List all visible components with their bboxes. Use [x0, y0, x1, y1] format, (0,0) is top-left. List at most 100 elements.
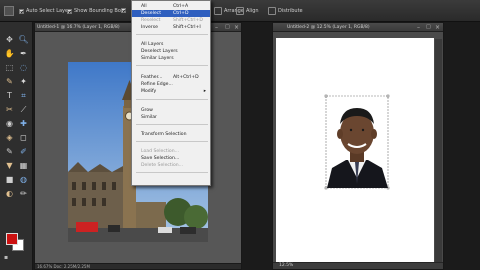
minimize-icon[interactable]: – — [215, 24, 218, 31]
menu-item-label: Similar Layers — [141, 56, 174, 61]
sponge-tool-icon[interactable]: ◐ — [4, 188, 15, 199]
menu-item-similar[interactable]: Similar — [132, 114, 210, 121]
straighten-tool-icon[interactable]: ⟋ — [18, 104, 29, 115]
checkbox-icon[interactable] — [19, 8, 24, 14]
menu-item-feather[interactable]: Feather... Alt+Ctrl+D — [132, 74, 210, 81]
menu-item-deselect-layers[interactable]: Deselect Layers — [132, 48, 210, 55]
menu-separator — [136, 99, 208, 100]
move-tool-icon[interactable]: ✥ — [4, 34, 15, 45]
distribute-button[interactable]: Distribute — [268, 7, 303, 15]
move-tool-icon[interactable] — [4, 6, 14, 16]
brush-tool-icon[interactable]: ✎ — [4, 146, 15, 157]
hand-tool-icon[interactable]: ✋ — [4, 48, 15, 59]
menu-item-save-selection[interactable]: Save Selection... — [132, 155, 210, 162]
checkbox-icon[interactable] — [121, 8, 126, 13]
foreground-color-swatch-front[interactable] — [6, 233, 18, 245]
menu-item-label: Deselect Layers — [141, 49, 178, 54]
show-bounding-box-label: Show Bounding Box — [74, 8, 124, 14]
show-bounding-box-option[interactable]: Show Bounding Box — [67, 8, 124, 14]
options-bar: Auto Select Layer Show Bounding Box Arra… — [0, 0, 480, 22]
menu-item-label: Save Selection... — [141, 156, 180, 161]
checkbox-icon[interactable] — [67, 8, 72, 14]
menu-item-shortcut: Alt+Ctrl+D — [173, 75, 199, 80]
default-colors-icon[interactable]: ▪ — [4, 254, 8, 261]
select-menu: All Ctrl+A Deselect Ctrl+D Reselect Shift+Ctr… — [131, 0, 211, 186]
menu-item-shortcut: Ctrl+A — [173, 4, 189, 9]
menu-item-all-layers[interactable]: All Layers — [132, 41, 210, 48]
menu-item-modify[interactable]: Modify ▸ — [132, 88, 210, 95]
menu-item-reselect[interactable]: Reselect Shift+Ctrl+D — [132, 17, 210, 24]
eraser-tool-icon[interactable]: ◻ — [18, 132, 29, 143]
marquee-tool-icon[interactable]: ⬚ — [4, 62, 15, 73]
maximize-icon[interactable]: □ — [426, 24, 431, 30]
tool-grid: ✥ 🔍︎ ✋ ✒ ⬚ ◌ ✎ ✦ T ⌗ ✂ ⟋ ◉ ✚ ◈ ◻ ✎ ✐ ▼ ▦ ■ ◍ ◐ ✏ — [4, 34, 30, 202]
healing-tool-icon[interactable]: ✚ — [18, 118, 29, 129]
menu-item-shortcut: Ctrl+D — [173, 11, 189, 16]
document-title-bar[interactable]: Untitled-2 @ 12.5% (Layer 1, RGB/8) – □ … — [273, 23, 443, 32]
menu-item-all[interactable]: All Ctrl+A — [132, 3, 210, 10]
document-title: Untitled-2 @ 12.5% (Layer 1, RGB/8) — [287, 25, 370, 30]
menu-item-grow[interactable]: Grow — [132, 107, 210, 114]
magic-wand-tool-icon[interactable]: ✦ — [18, 76, 29, 87]
menu-separator — [136, 141, 208, 142]
document-title: Untitled-1 @ 16.7% (Layer 1, RGB/8) — [37, 25, 120, 30]
menu-item-delete-selection[interactable]: Delete Selection... — [132, 162, 210, 169]
minimize-icon[interactable]: – — [417, 24, 420, 31]
menu-item-label: Refine Edge... — [141, 82, 173, 87]
arrange-icon — [214, 7, 222, 15]
auto-select-label: Auto Select Layer — [26, 8, 71, 14]
menu-item-inverse[interactable]: Inverse Shift+Ctrl+I — [132, 24, 210, 31]
menu-item-load-selection[interactable]: Load Selection... — [132, 148, 210, 155]
document-canvas[interactable] — [276, 38, 434, 266]
menu-separator — [136, 172, 208, 173]
smart-brush-tool-icon[interactable]: ✐ — [18, 146, 29, 157]
menu-item-label: Deselect — [141, 11, 162, 16]
red-eye-tool-icon[interactable]: ◉ — [4, 118, 15, 129]
submenu-arrow-icon: ▸ — [203, 89, 206, 94]
toolbox: ✥ 🔍︎ ✋ ✒ ⬚ ◌ ✎ ✦ T ⌗ ✂ ⟋ ◉ ✚ ◈ ◻ ✎ ✐ ▼ ▦ ■ ◍ ◐ ✏ ▪ — [0, 22, 33, 270]
vertical-scrollbar[interactable] — [435, 39, 442, 263]
align-button[interactable]: Align — [236, 7, 259, 15]
auto-select-option[interactable]: Auto Select Layer — [19, 8, 70, 14]
menu-item-label: Grow — [141, 108, 153, 113]
menu-item-label: Similar — [141, 115, 157, 120]
menu-separator — [136, 124, 208, 125]
document-status-bar: 16.67% Doc: 2.25M/2.25M — [35, 263, 241, 269]
gradient-tool-icon[interactable]: ▦ — [18, 160, 29, 171]
highlight-rollover-option[interactable] — [121, 8, 126, 13]
menu-item-label: Feather... — [141, 75, 163, 80]
type-tool-icon[interactable]: T — [4, 90, 15, 101]
menu-item-label: Reselect — [141, 18, 161, 23]
document-window-2[interactable]: Untitled-2 @ 12.5% (Layer 1, RGB/8) – □ … — [272, 22, 444, 270]
menu-item-deselect[interactable]: Deselect Ctrl+D — [132, 10, 210, 17]
zoom-tool-icon[interactable]: 🔍︎ — [18, 34, 29, 45]
menu-item-label: Load Selection... — [141, 149, 180, 154]
blur-tool-icon[interactable]: ◍ — [18, 174, 29, 185]
document-status-bar: 12.5% — [273, 262, 443, 269]
shape-tool-icon[interactable]: ■ — [4, 174, 15, 185]
menu-item-similar-layers[interactable]: Similar Layers — [132, 55, 210, 62]
align-label: Align — [246, 8, 259, 14]
menu-item-label: Transform Selection — [141, 132, 187, 137]
crop-tool-icon[interactable]: ⌗ — [18, 90, 29, 101]
eyedropper-tool-icon[interactable]: ✒ — [18, 48, 29, 59]
menu-item-label: All — [141, 4, 147, 9]
portrait-photo — [324, 94, 390, 190]
close-icon[interactable]: × — [435, 24, 440, 31]
distribute-icon — [268, 7, 276, 15]
close-icon[interactable]: × — [234, 24, 239, 31]
menu-item-label: Inverse — [141, 25, 158, 30]
menu-item-shortcut: Shift+Ctrl+I — [173, 25, 201, 30]
cookie-cutter-tool-icon[interactable]: ✂ — [4, 104, 15, 115]
menu-item-refine-edge[interactable]: Refine Edge... — [132, 81, 210, 88]
maximize-icon[interactable]: □ — [225, 24, 230, 30]
status-text: 16.67% Doc: 2.25M/2.25M — [37, 264, 90, 269]
pencil-tool-icon[interactable]: ✏ — [18, 188, 29, 199]
paint-bucket-tool-icon[interactable]: ▼ — [4, 160, 15, 171]
menu-separator — [136, 65, 208, 66]
menu-item-label: Modify — [141, 89, 157, 94]
clone-stamp-tool-icon[interactable]: ◈ — [4, 132, 15, 143]
quick-selection-tool-icon[interactable]: ✎ — [4, 76, 15, 87]
lasso-tool-icon[interactable]: ◌ — [18, 62, 29, 73]
menu-item-transform-selection[interactable]: Transform Selection — [132, 131, 210, 138]
